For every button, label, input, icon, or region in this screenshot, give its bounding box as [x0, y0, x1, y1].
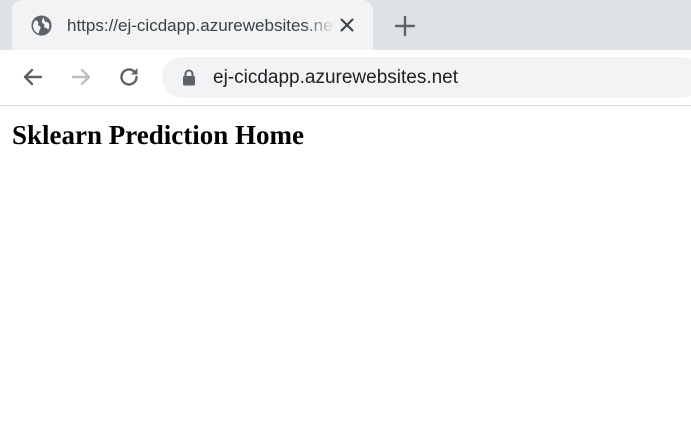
- browser-tab[interactable]: https://ej-cicdapp.azurewebsites.net: [12, 0, 373, 50]
- globe-icon: [31, 15, 52, 36]
- arrow-left-icon[interactable]: [20, 64, 46, 90]
- tab-title: https://ej-cicdapp.azurewebsites.net: [67, 16, 335, 35]
- arrow-right-icon[interactable]: [68, 64, 94, 90]
- plus-icon[interactable]: [392, 13, 418, 39]
- toolbar: ej-cicdapp.azurewebsites.net: [0, 50, 691, 106]
- url-text[interactable]: ej-cicdapp.azurewebsites.net: [213, 66, 458, 90]
- page-heading: Sklearn Prediction Home: [12, 120, 304, 150]
- lock-icon[interactable]: [182, 69, 196, 86]
- address-bar[interactable]: ej-cicdapp.azurewebsites.net: [162, 57, 691, 98]
- browser-window: https://ej-cicdapp.azurewebsites.net ej-…: [0, 0, 691, 423]
- page-content: Sklearn Prediction Home: [0, 106, 691, 423]
- tab-strip: https://ej-cicdapp.azurewebsites.net: [0, 0, 691, 50]
- close-icon[interactable]: [336, 14, 358, 36]
- reload-icon[interactable]: [116, 64, 142, 90]
